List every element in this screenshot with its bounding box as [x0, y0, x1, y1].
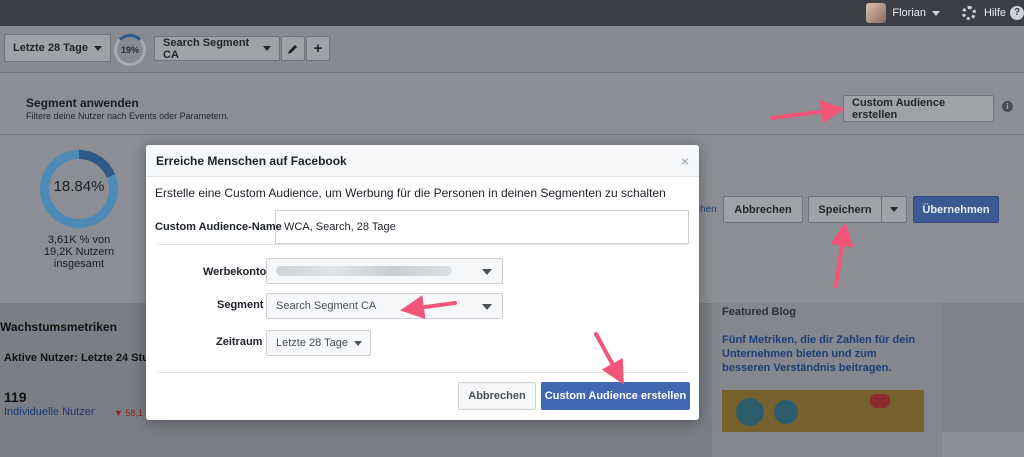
- dialog-cancel-button[interactable]: Abbrechen: [458, 382, 536, 410]
- cancel-button[interactable]: Abbrechen: [723, 196, 803, 223]
- close-icon[interactable]: ×: [681, 153, 689, 169]
- featured-blog-title: Featured Blog: [722, 306, 796, 318]
- pencil-icon: [288, 44, 297, 54]
- caption-line: 3,61K % von: [47, 234, 111, 246]
- caption-line: insgesamt: [53, 258, 105, 270]
- featured-blog-link[interactable]: Fünf Metriken, die dir Zahlen für dein U…: [722, 333, 927, 375]
- date-range-dropdown[interactable]: Letzte 28 Tage: [4, 34, 111, 62]
- question-icon: ?: [1010, 6, 1024, 20]
- top-navigation-bar: Florian Hilfe ?: [0, 0, 1024, 26]
- gear-icon[interactable]: [961, 6, 976, 20]
- segment-link[interactable]: hen: [700, 204, 717, 215]
- add-segment-button[interactable]: +: [306, 36, 330, 61]
- divider: [0, 134, 1024, 135]
- segment-dropdown[interactable]: Search Segment CA: [154, 36, 280, 61]
- segment-panel-subtitle: Filtere deine Nutzer nach Events oder Pa…: [26, 111, 230, 121]
- donut-caption: 3,61K % von 19,2K Nutzern insgesamt: [30, 234, 128, 270]
- segment-percentage-ring: 19%: [114, 34, 146, 66]
- save-button[interactable]: Speichern: [808, 196, 882, 223]
- period-value: Letzte 28 Tage: [276, 337, 348, 349]
- dialog-header: Erreiche Menschen auf Facebook: [146, 145, 699, 177]
- segment-label: Search Segment CA: [163, 36, 250, 61]
- users-value-label[interactable]: Individuelle Nutzer: [4, 406, 95, 418]
- dialog-create-audience-button[interactable]: Custom Audience erstellen: [541, 382, 690, 410]
- audience-name-input[interactable]: WCA, Search, 28 Tage: [275, 210, 689, 244]
- users-value: 119: [4, 389, 27, 405]
- plus-icon: +: [313, 40, 323, 57]
- chevron-down-icon: [482, 269, 492, 275]
- chevron-down-icon: [890, 207, 898, 212]
- chevron-down-icon: [353, 341, 362, 346]
- featured-blog-panel: [712, 303, 942, 457]
- chart-illustration: [736, 398, 764, 426]
- user-menu[interactable]: Florian: [866, 0, 940, 26]
- heart-icon: [870, 394, 890, 408]
- donut-percent: 18.84%: [53, 178, 105, 195]
- create-custom-audience-button[interactable]: Custom Audience erstellen: [843, 95, 994, 122]
- user-name: Florian: [892, 7, 926, 19]
- segment-value: Search Segment CA: [276, 300, 377, 312]
- growth-metrics-title: Wachstumsmetriken: [0, 320, 117, 334]
- blurred-account-name: [276, 266, 452, 276]
- dialog-description: Erstelle eine Custom Audience, um Werbun…: [155, 186, 666, 200]
- audience-name-label: Custom Audience-Name: [155, 221, 282, 233]
- chevron-down-icon: [263, 46, 271, 51]
- help-label: Hilfe: [983, 7, 1006, 19]
- custom-audience-dialog: Erreiche Menschen auf Facebook × Erstell…: [146, 145, 699, 420]
- divider: [158, 244, 688, 245]
- featured-blog-image[interactable]: [722, 390, 924, 432]
- caption-line: 19,2K Nutzern: [43, 246, 115, 258]
- help-menu[interactable]: Hilfe ?: [961, 0, 1024, 26]
- segment-panel-title: Segment anwenden: [26, 96, 139, 110]
- segment-label: Segment: [217, 299, 264, 311]
- ad-account-dropdown[interactable]: [266, 258, 503, 284]
- users-delta: ▼ 58,1: [114, 408, 143, 418]
- chevron-down-icon: [932, 10, 940, 16]
- avatar: [866, 3, 887, 23]
- active-users-label: Aktive Nutzer: Letzte 24 Stu: [4, 352, 149, 364]
- period-dropdown[interactable]: Letzte 28 Tage: [266, 330, 371, 356]
- save-options-dropdown[interactable]: [881, 196, 907, 223]
- segment-dropdown[interactable]: Search Segment CA: [266, 293, 503, 319]
- edit-segment-button[interactable]: [281, 36, 305, 61]
- chevron-down-icon: [94, 45, 102, 51]
- ad-account-label: Werbekonto: [203, 266, 267, 278]
- filter-toolbar: Letzte 28 Tage 19% Search Segment CA +: [0, 26, 1024, 73]
- dialog-title: Erreiche Menschen auf Facebook: [156, 153, 347, 168]
- chart-illustration: [774, 400, 798, 424]
- date-range-label: Letzte 28 Tage: [13, 42, 88, 54]
- chevron-down-icon: [482, 304, 492, 310]
- period-label: Zeitraum: [216, 336, 263, 348]
- divider: [158, 372, 688, 373]
- apply-button[interactable]: Übernehmen: [913, 196, 999, 223]
- info-icon[interactable]: i: [1002, 101, 1013, 112]
